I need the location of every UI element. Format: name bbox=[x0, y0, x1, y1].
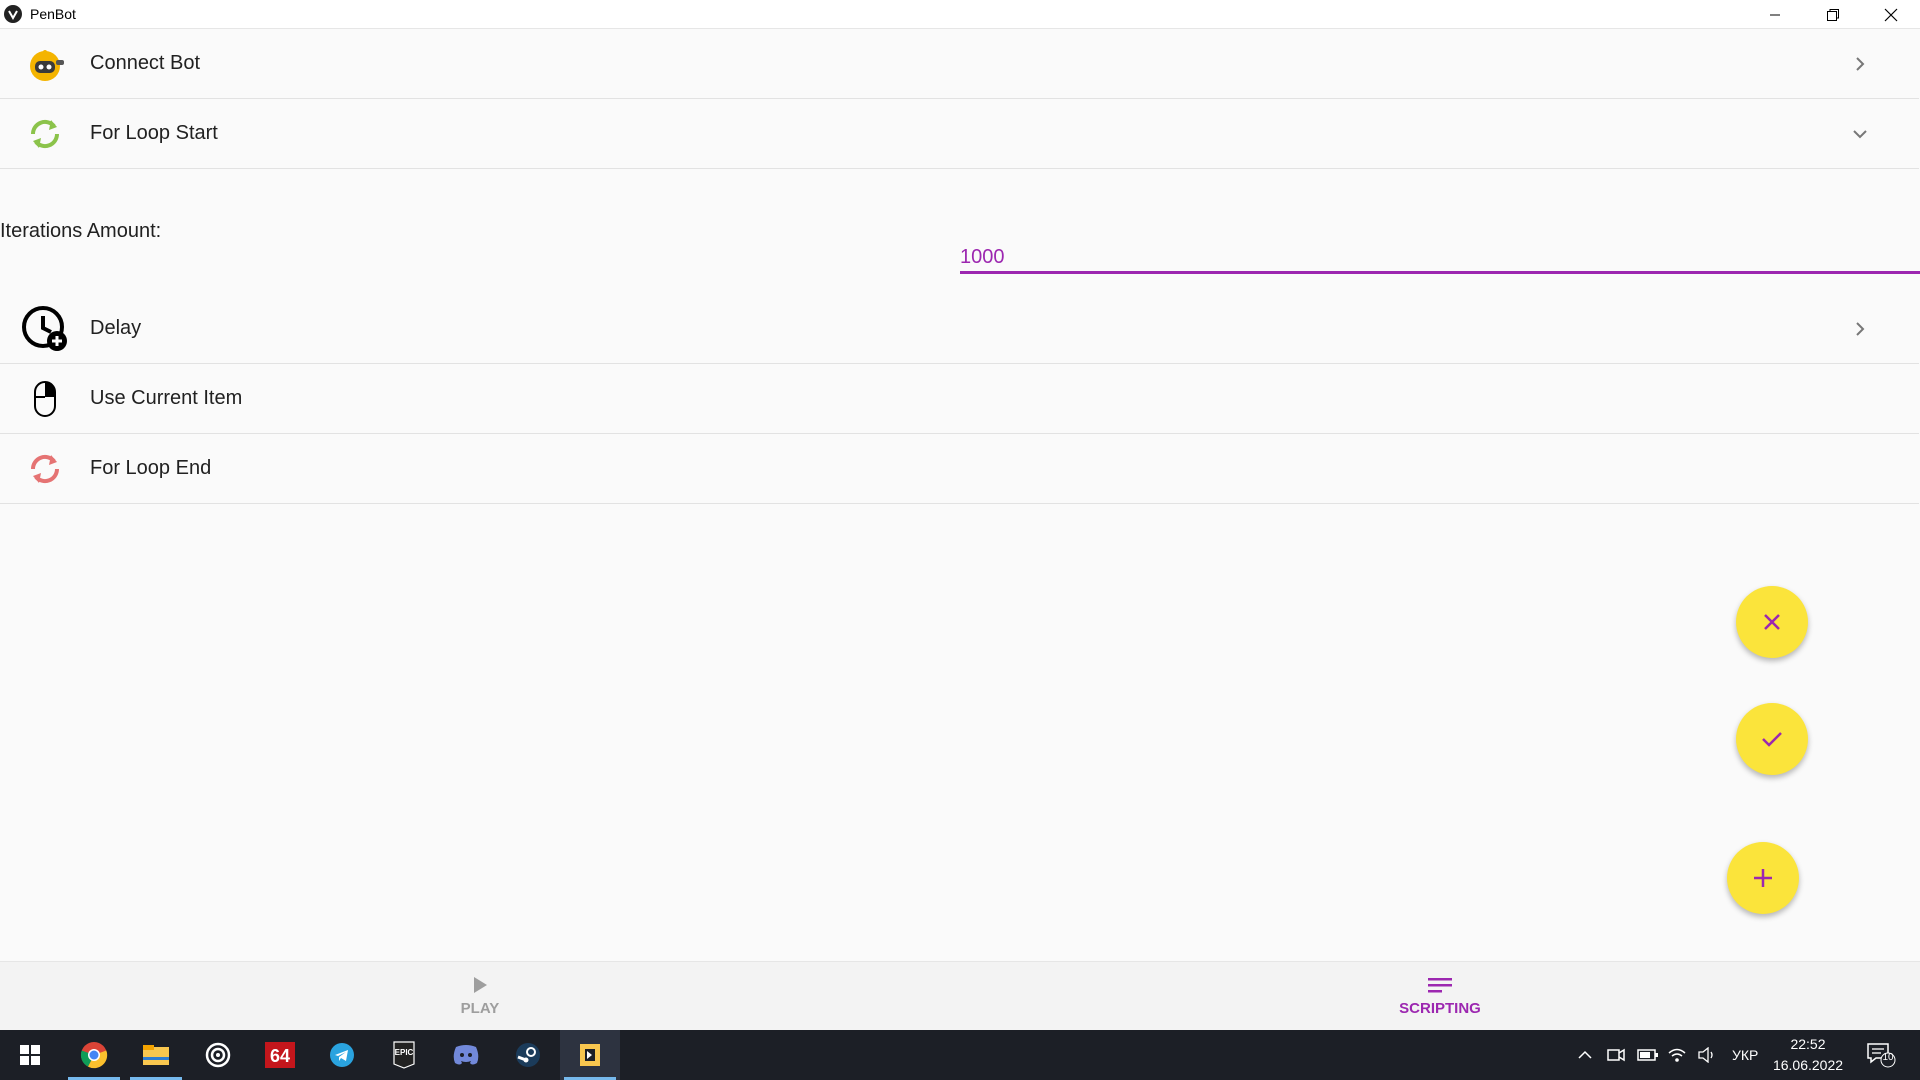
confirm-button[interactable] bbox=[1736, 703, 1808, 775]
epic-games-icon[interactable]: EPIC bbox=[374, 1030, 434, 1080]
mouse-right-click-icon bbox=[19, 374, 71, 424]
bottom-navigation: PLAY SCRIPTING bbox=[0, 961, 1920, 1030]
loop-end-icon bbox=[19, 444, 71, 494]
wifi-icon[interactable] bbox=[1667, 1030, 1687, 1080]
script-lines-icon bbox=[1428, 978, 1452, 993]
minimize-icon bbox=[1770, 14, 1780, 15]
minimize-button[interactable] bbox=[1746, 0, 1804, 29]
script-item-label: Use Current Item bbox=[90, 387, 243, 409]
chrome-icon[interactable] bbox=[64, 1030, 124, 1080]
aida64-icon[interactable]: 64 bbox=[250, 1030, 310, 1080]
chevron-down-icon[interactable] bbox=[1848, 122, 1872, 146]
file-explorer-icon[interactable] bbox=[126, 1030, 186, 1080]
tab-play[interactable]: PLAY bbox=[380, 962, 580, 1031]
script-item-for-loop-start[interactable]: For Loop Start bbox=[0, 99, 1919, 169]
plus-icon bbox=[1754, 869, 1772, 887]
taskbar: 64 EPIC УКР 22:52 16.06.2022 10 bbox=[0, 1030, 1920, 1080]
tab-scripting[interactable]: SCRIPTING bbox=[1340, 962, 1540, 1031]
tab-scripting-label: SCRIPTING bbox=[1399, 1000, 1481, 1017]
volume-icon[interactable] bbox=[1697, 1030, 1717, 1080]
notifications-icon[interactable]: 10 bbox=[1866, 1030, 1896, 1080]
notification-count: 10 bbox=[1882, 1052, 1894, 1063]
telegram-icon[interactable] bbox=[312, 1030, 372, 1080]
iterations-label: Iterations Amount: bbox=[0, 220, 162, 242]
script-item-label: For Loop Start bbox=[90, 122, 218, 144]
clock-time: 22:52 bbox=[1790, 1036, 1826, 1052]
chevron-right-icon[interactable] bbox=[1848, 52, 1872, 76]
iterations-input[interactable] bbox=[960, 244, 1920, 274]
language-indicator[interactable]: УКР bbox=[1732, 1030, 1758, 1080]
play-icon bbox=[474, 977, 487, 993]
script-item-delay[interactable]: Delay bbox=[0, 294, 1919, 364]
script-item-use-current-item[interactable]: Use Current Item bbox=[0, 364, 1919, 434]
tray-chevron-up-icon[interactable] bbox=[1577, 1030, 1593, 1080]
svg-text:EPIC: EPIC bbox=[395, 1048, 414, 1057]
script-item-label: Delay bbox=[90, 317, 142, 339]
ubisoft-icon[interactable] bbox=[188, 1030, 248, 1080]
penbot-app-icon bbox=[4, 5, 22, 23]
close-icon bbox=[1764, 614, 1780, 630]
title-bar: PenBot bbox=[0, 0, 1920, 29]
discord-icon[interactable] bbox=[436, 1030, 496, 1080]
script-item-for-loop-end[interactable]: For Loop End bbox=[0, 434, 1919, 504]
restore-button[interactable] bbox=[1804, 0, 1862, 29]
restore-icon bbox=[1827, 8, 1839, 21]
close-window-button[interactable] bbox=[1862, 0, 1920, 29]
windows-start-icon[interactable] bbox=[0, 1030, 60, 1080]
cancel-button[interactable] bbox=[1736, 586, 1808, 658]
tab-play-label: PLAY bbox=[460, 1000, 500, 1017]
close-window-icon bbox=[1884, 8, 1898, 21]
clock-date: 16.06.2022 bbox=[1772, 1057, 1844, 1073]
meet-now-icon[interactable] bbox=[1607, 1030, 1625, 1080]
svg-text:64: 64 bbox=[270, 1046, 290, 1066]
chevron-right-icon[interactable] bbox=[1848, 317, 1872, 341]
script-item-label: For Loop End bbox=[90, 457, 212, 479]
script-item-connect-bot[interactable]: Connect Bot bbox=[0, 29, 1919, 99]
steam-icon[interactable] bbox=[498, 1030, 558, 1080]
taskbar-clock[interactable]: 22:52 16.06.2022 bbox=[1768, 1034, 1848, 1076]
penbot-icon[interactable] bbox=[560, 1030, 620, 1080]
window-title: PenBot bbox=[30, 6, 76, 22]
script-item-label: Connect Bot bbox=[90, 52, 201, 74]
robot-icon bbox=[19, 39, 71, 89]
clock-add-icon bbox=[19, 304, 71, 354]
battery-icon[interactable] bbox=[1637, 1030, 1659, 1080]
check-icon bbox=[1762, 732, 1782, 747]
add-button[interactable] bbox=[1727, 842, 1799, 914]
loop-start-icon bbox=[19, 109, 71, 159]
